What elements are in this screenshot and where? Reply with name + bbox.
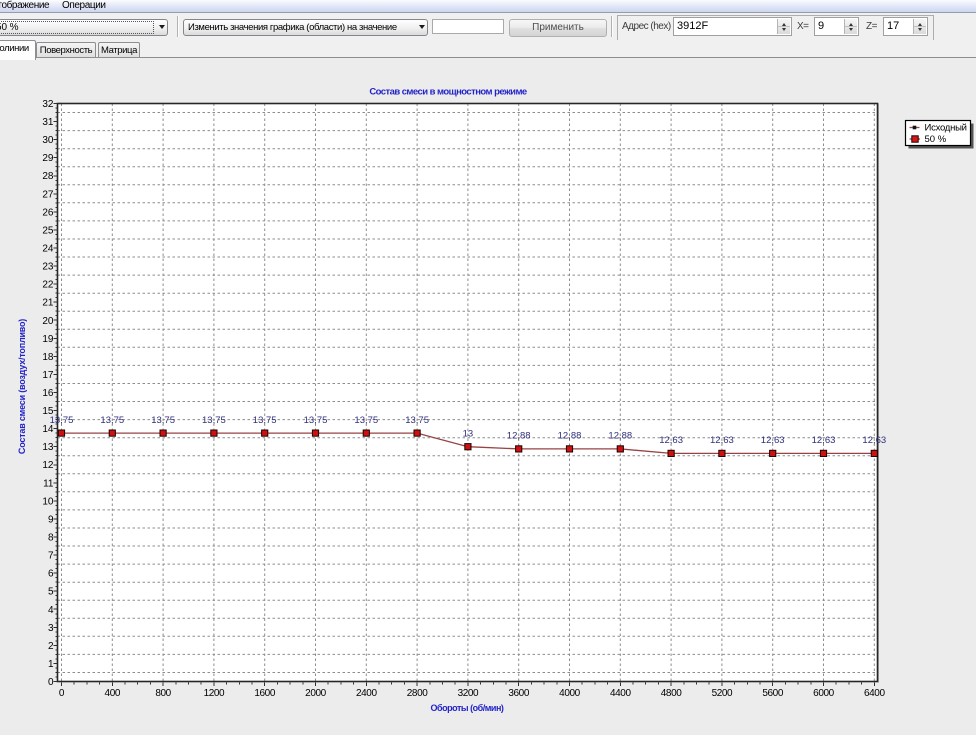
svg-text:4800: 4800 bbox=[661, 688, 682, 699]
svg-text:Исходный: Исходный bbox=[925, 123, 967, 134]
svg-text:21: 21 bbox=[42, 298, 54, 309]
svg-text:5600: 5600 bbox=[762, 688, 783, 699]
svg-text:50 %: 50 % bbox=[925, 134, 947, 145]
svg-text:0: 0 bbox=[59, 688, 65, 699]
svg-text:32: 32 bbox=[42, 99, 54, 110]
svg-text:5: 5 bbox=[48, 587, 54, 598]
svg-text:6: 6 bbox=[48, 569, 54, 580]
svg-text:4: 4 bbox=[48, 605, 54, 616]
svg-text:13,75: 13,75 bbox=[253, 415, 277, 426]
svg-text:12,88: 12,88 bbox=[558, 431, 582, 442]
svg-text:800: 800 bbox=[155, 688, 171, 699]
svg-text:12,88: 12,88 bbox=[608, 431, 632, 442]
svg-text:23: 23 bbox=[42, 262, 54, 273]
svg-text:1600: 1600 bbox=[254, 688, 275, 699]
svg-text:4400: 4400 bbox=[610, 688, 631, 699]
svg-text:2000: 2000 bbox=[305, 688, 326, 699]
svg-text:1: 1 bbox=[48, 659, 54, 670]
svg-text:Состав смеси (воздух/топливо): Состав смеси (воздух/топливо) bbox=[17, 319, 27, 454]
svg-text:Обороты (об/мин): Обороты (об/мин) bbox=[431, 703, 504, 713]
svg-text:24: 24 bbox=[42, 244, 54, 255]
svg-text:12: 12 bbox=[42, 460, 54, 471]
svg-text:400: 400 bbox=[105, 688, 121, 699]
svg-text:12,63: 12,63 bbox=[812, 435, 836, 446]
svg-text:17: 17 bbox=[42, 370, 54, 381]
svg-text:25: 25 bbox=[42, 225, 54, 236]
svg-text:13,75: 13,75 bbox=[304, 415, 328, 426]
svg-text:7: 7 bbox=[48, 551, 54, 562]
svg-text:13,75: 13,75 bbox=[202, 415, 226, 426]
svg-text:31: 31 bbox=[42, 117, 54, 128]
svg-text:2800: 2800 bbox=[407, 688, 428, 699]
svg-text:13,75: 13,75 bbox=[354, 415, 378, 426]
svg-text:6400: 6400 bbox=[864, 688, 885, 699]
svg-text:12,63: 12,63 bbox=[862, 435, 886, 446]
svg-text:3: 3 bbox=[48, 623, 54, 634]
svg-text:13,75: 13,75 bbox=[405, 415, 429, 426]
svg-text:22: 22 bbox=[42, 280, 54, 291]
svg-text:13: 13 bbox=[42, 442, 54, 453]
svg-text:2400: 2400 bbox=[356, 688, 377, 699]
svg-text:3200: 3200 bbox=[458, 688, 479, 699]
svg-text:19: 19 bbox=[42, 334, 54, 345]
svg-text:2: 2 bbox=[48, 641, 54, 652]
svg-text:12,88: 12,88 bbox=[507, 431, 531, 442]
svg-text:27: 27 bbox=[42, 189, 54, 200]
svg-text:28: 28 bbox=[42, 171, 54, 182]
svg-text:20: 20 bbox=[42, 316, 54, 327]
svg-text:3600: 3600 bbox=[508, 688, 529, 699]
svg-text:16: 16 bbox=[42, 388, 54, 399]
svg-text:13,75: 13,75 bbox=[100, 415, 124, 426]
svg-text:12,63: 12,63 bbox=[659, 435, 683, 446]
svg-text:30: 30 bbox=[42, 135, 54, 146]
svg-text:0: 0 bbox=[48, 677, 54, 688]
svg-text:6000: 6000 bbox=[813, 688, 834, 699]
svg-text:18: 18 bbox=[42, 352, 54, 363]
svg-text:Состав смеси в мощностном режи: Состав смеси в мощностном режиме bbox=[369, 87, 527, 98]
svg-text:12,63: 12,63 bbox=[761, 435, 785, 446]
svg-text:26: 26 bbox=[42, 207, 54, 218]
svg-text:11: 11 bbox=[43, 478, 54, 489]
svg-text:13,75: 13,75 bbox=[50, 415, 74, 426]
svg-text:12,63: 12,63 bbox=[710, 435, 734, 446]
svg-text:13: 13 bbox=[463, 428, 474, 439]
svg-text:8: 8 bbox=[48, 533, 54, 544]
svg-text:29: 29 bbox=[42, 153, 54, 164]
svg-text:4000: 4000 bbox=[559, 688, 580, 699]
svg-text:1200: 1200 bbox=[204, 688, 225, 699]
svg-text:13,75: 13,75 bbox=[151, 415, 175, 426]
svg-text:10: 10 bbox=[42, 496, 54, 507]
svg-text:5200: 5200 bbox=[712, 688, 733, 699]
svg-text:9: 9 bbox=[48, 514, 54, 525]
